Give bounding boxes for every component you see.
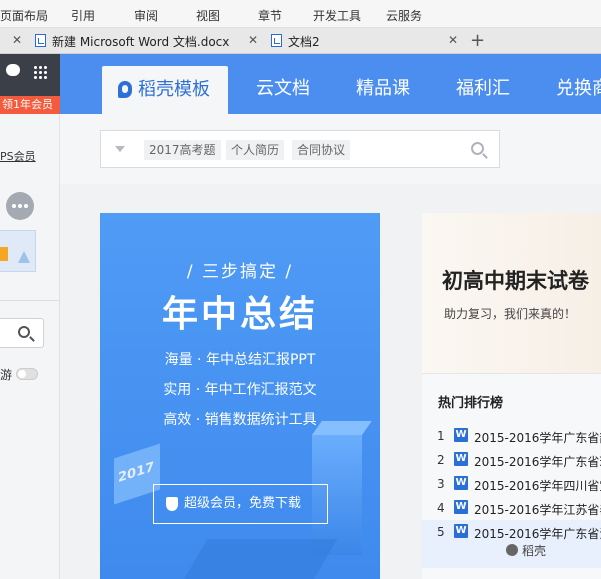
menu-review[interactable]: 审阅 — [134, 7, 158, 24]
toggle-label: 游 — [0, 368, 13, 382]
toggle-switch[interactable] — [16, 368, 38, 380]
search-chip[interactable]: 个人简历 — [226, 140, 285, 160]
search-icon — [18, 326, 30, 338]
divider — [0, 300, 60, 301]
tab-docer-templates[interactable]: 稻壳模板 — [102, 66, 228, 114]
tab-label: 新建 Microsoft Word 文档.docx — [52, 35, 230, 49]
nav-label: 稻壳模板 — [138, 79, 210, 100]
tab-document-2[interactable]: 文档2 ✕ — [266, 28, 466, 54]
search-icon[interactable] — [471, 142, 484, 155]
top-nav: 稻壳模板 云文档 精品课 福利汇 兑换商 — [60, 54, 601, 114]
ranking-heading: 热门排行榜 — [438, 396, 504, 411]
tab-courses[interactable]: 精品课 — [356, 54, 410, 114]
button-label: 超级会员，免费下载 — [184, 496, 302, 511]
promo-subtitle: 助力复习，我们来真的！ — [444, 307, 577, 321]
search-chip[interactable]: 合同协议 — [292, 140, 351, 160]
year-end-summary-banner[interactable]: / 三步搞定 / 年中总结 海量 · 年中总结汇报PPT 实用 · 年中工作汇报… — [100, 213, 380, 579]
tab-document-1[interactable]: 新建 Microsoft Word 文档.docx ✕ — [30, 28, 260, 54]
banner-feature: 海量 · 年中总结汇报PPT — [164, 352, 316, 368]
word-doc-icon: W — [454, 476, 468, 490]
chevron-down-icon[interactable] — [115, 146, 125, 152]
menu-view[interactable]: 视图 — [196, 7, 220, 24]
new-tab-plus-icon[interactable]: + — [470, 30, 485, 51]
chat-icon[interactable] — [6, 64, 20, 76]
more-icon[interactable] — [6, 192, 34, 220]
ribbon-menu: 页面布局 引用 审阅 视图 章节 开发工具 云服务 — [0, 0, 601, 28]
word-doc-icon: W — [454, 452, 468, 466]
document-tab-bar: ✕ 新建 Microsoft Word 文档.docx ✕ 文档2 ✕ + — [0, 28, 601, 54]
membership-promo[interactable]: 领1年会员 — [0, 96, 60, 114]
close-icon[interactable]: ✕ — [248, 33, 258, 47]
banner-feature: 实用 · 年中工作汇报范文 — [163, 382, 317, 398]
tab-label: 文档2 — [288, 35, 320, 49]
list-item[interactable]: 4 W 2015-2016学年江苏省泰 — [422, 496, 601, 520]
word-doc-icon: W — [454, 524, 468, 538]
menu-cloud[interactable]: 云服务 — [386, 7, 422, 24]
docer-main: 稻壳模板 云文档 精品课 福利汇 兑换商 2017高考题 个人简历 合同协议 /… — [60, 54, 601, 579]
docer-watermark-icon — [506, 544, 518, 556]
tab-cloud-docs[interactable]: 云文档 — [256, 54, 310, 114]
banner-title: 年中总结 — [161, 294, 318, 335]
banner-decoration — [172, 539, 338, 579]
template-search-input[interactable]: 2017高考题 个人简历 合同协议 — [100, 130, 500, 168]
left-sidebar: 领1年会员 PS会员 游 — [0, 54, 60, 579]
list-item[interactable]: 1 W 2015-2016学年广东省韶 — [422, 424, 601, 448]
tab-home[interactable]: ✕ — [0, 28, 28, 54]
sidebar-illustration — [0, 230, 36, 272]
search-chip[interactable]: 2017高考题 — [144, 140, 221, 160]
tab-benefits[interactable]: 福利汇 — [456, 54, 510, 114]
watermark: 稻壳 — [522, 544, 547, 558]
close-icon[interactable]: ✕ — [12, 33, 22, 47]
super-member-download-button[interactable]: 超级会员，免费下载 — [153, 484, 328, 524]
word-doc-icon — [35, 34, 46, 47]
menu-developer[interactable]: 开发工具 — [313, 7, 361, 24]
word-doc-icon: W — [454, 428, 468, 442]
promo-title: 初高中期末试卷 — [442, 269, 589, 293]
list-item[interactable]: 2 W 2015-2016学年广东省珠 — [422, 448, 601, 472]
menu-page-layout[interactable]: 页面布局 — [0, 7, 48, 24]
menu-section[interactable]: 章节 — [258, 7, 282, 24]
exam-papers-promo[interactable]: 初高中期末试卷 助力复习，我们来真的！ — [422, 213, 601, 373]
wps-member-link[interactable]: PS会员 — [0, 148, 36, 164]
wps-window: 页面布局 引用 审阅 视图 章节 开发工具 云服务 ✕ 新建 Microsoft… — [0, 0, 601, 579]
search-area: 2017高考题 个人简历 合同协议 — [60, 114, 601, 184]
apps-grid-icon[interactable] — [33, 65, 47, 79]
list-item[interactable]: 3 W 2015-2016学年四川省宜 — [422, 472, 601, 496]
banner-subtitle: / 三步搞定 / — [186, 262, 294, 282]
word-doc-icon: W — [454, 500, 468, 514]
shield-icon — [166, 497, 178, 511]
sidebar-header — [0, 54, 60, 96]
word-doc-icon — [271, 34, 282, 47]
close-icon[interactable]: ✕ — [448, 33, 458, 47]
sidebar-search[interactable] — [0, 318, 44, 348]
tab-redeem[interactable]: 兑换商 — [556, 54, 601, 114]
docer-logo-icon — [118, 81, 132, 98]
menu-references[interactable]: 引用 — [71, 7, 95, 24]
